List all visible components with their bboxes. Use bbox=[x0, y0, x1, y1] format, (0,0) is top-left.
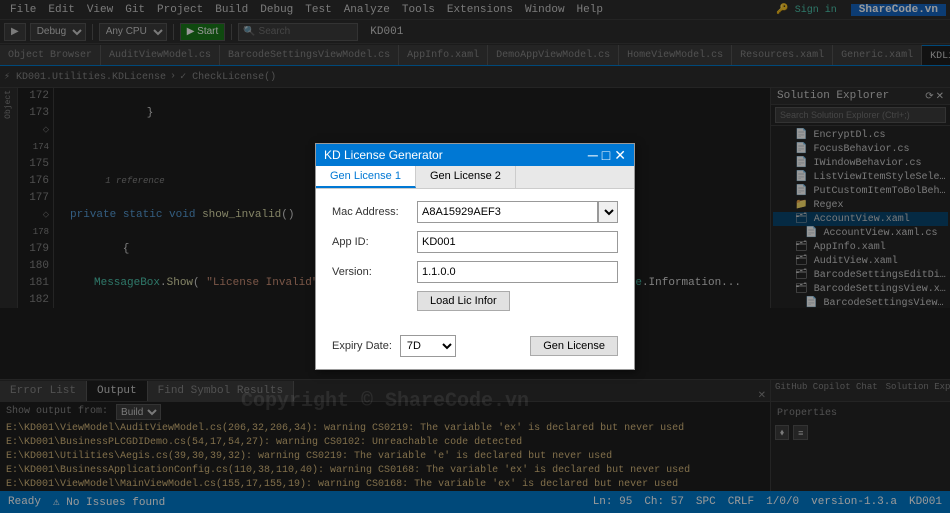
modal-mac-row: Mac Address: ▾ bbox=[332, 201, 618, 223]
modal-footer: Expiry Date: 7D 30D 90D 365D Never Gen L… bbox=[316, 331, 634, 369]
modal-version-row: Version: bbox=[332, 261, 618, 283]
kd-license-modal: KD License Generator ─ □ ✕ Gen License 1… bbox=[315, 143, 635, 370]
modal-body: Mac Address: ▾ App ID: Version: Load Lic… bbox=[316, 189, 634, 331]
modal-expiry-label: Expiry Date: bbox=[332, 340, 392, 352]
modal-expiry-select[interactable]: 7D 30D 90D 365D Never bbox=[400, 335, 456, 357]
modal-mac-select[interactable]: ▾ bbox=[598, 201, 618, 223]
modal-mac-label: Mac Address: bbox=[332, 206, 417, 218]
modal-mac-field: ▾ bbox=[417, 201, 618, 223]
modal-load-row: Load Lic Infor bbox=[332, 291, 618, 311]
modal-title: KD License Generator bbox=[324, 148, 443, 162]
modal-mac-input[interactable] bbox=[417, 201, 598, 223]
modal-load-btn[interactable]: Load Lic Infor bbox=[417, 291, 510, 311]
modal-gen-btn[interactable]: Gen License bbox=[530, 336, 618, 356]
modal-tab-gen1[interactable]: Gen License 1 bbox=[316, 166, 416, 188]
modal-appid-label: App ID: bbox=[332, 236, 417, 248]
modal-expiry-row: Expiry Date: 7D 30D 90D 365D Never Gen L… bbox=[332, 335, 618, 357]
modal-tab-bar: Gen License 1 Gen License 2 bbox=[316, 166, 634, 189]
modal-min-btn[interactable]: ─ bbox=[588, 148, 598, 162]
modal-controls: ─ □ ✕ bbox=[588, 148, 626, 162]
modal-tab-gen2[interactable]: Gen License 2 bbox=[416, 166, 516, 188]
modal-version-input[interactable] bbox=[417, 261, 618, 283]
modal-close-btn[interactable]: ✕ bbox=[614, 148, 626, 162]
modal-overlay: KD License Generator ─ □ ✕ Gen License 1… bbox=[0, 0, 950, 513]
modal-max-btn[interactable]: □ bbox=[602, 148, 610, 162]
modal-appid-row: App ID: bbox=[332, 231, 618, 253]
modal-titlebar: KD License Generator ─ □ ✕ bbox=[316, 144, 634, 166]
modal-version-label: Version: bbox=[332, 266, 417, 278]
modal-appid-input[interactable] bbox=[417, 231, 618, 253]
